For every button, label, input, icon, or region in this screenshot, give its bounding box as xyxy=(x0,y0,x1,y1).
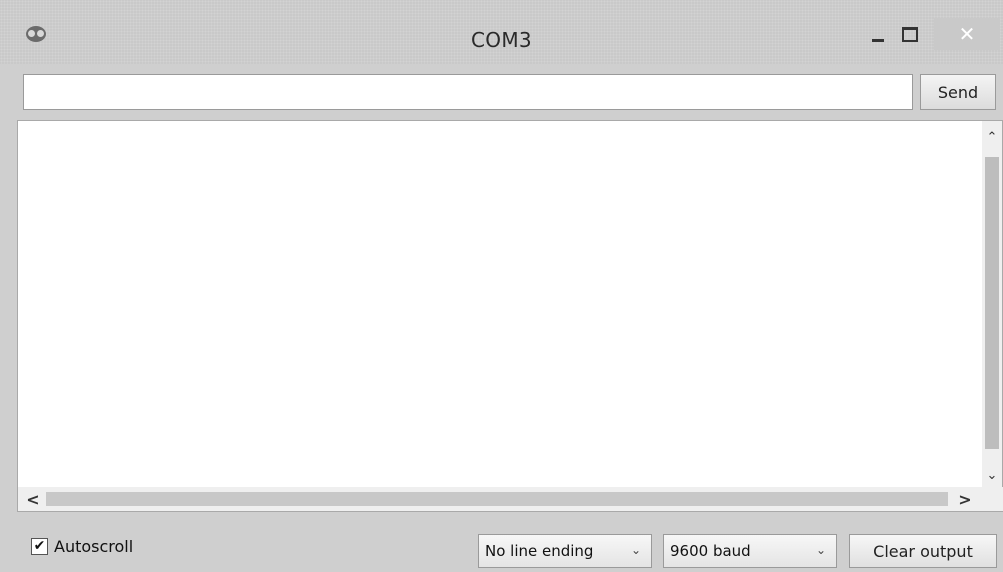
check-icon: ✔ xyxy=(33,538,46,554)
close-icon: ✕ xyxy=(958,22,976,46)
title-bar[interactable]: COM3 ✕ xyxy=(0,0,1003,64)
horizontal-scroll-thumb[interactable] xyxy=(46,492,948,506)
baud-rate-value: 9600 baud xyxy=(670,542,751,560)
vertical-scrollbar[interactable]: ⌃ ⌄ xyxy=(982,121,1002,487)
serial-output-area[interactable]: ⌃ ⌄ < > xyxy=(17,120,1003,512)
window-title: COM3 xyxy=(471,28,532,52)
vertical-scroll-thumb[interactable] xyxy=(985,157,999,449)
chevron-down-icon: ⌄ xyxy=(630,543,641,557)
serial-monitor-window: COM3 ✕ Send ⌃ ⌄ < > ✔ Autoscroll No line… xyxy=(0,0,1003,572)
scroll-right-icon[interactable]: > xyxy=(954,487,976,511)
close-button[interactable]: ✕ xyxy=(934,18,1000,50)
autoscroll-label: Autoscroll xyxy=(54,536,134,556)
serial-input-field[interactable] xyxy=(23,74,913,110)
scroll-left-icon[interactable]: < xyxy=(22,487,44,511)
scroll-down-icon[interactable]: ⌄ xyxy=(982,463,1002,487)
maximize-icon xyxy=(902,26,918,42)
horizontal-scrollbar[interactable]: < > xyxy=(18,487,1003,511)
output-text xyxy=(24,125,978,487)
clear-output-button[interactable]: Clear output xyxy=(849,534,997,568)
maximize-button[interactable] xyxy=(888,18,932,50)
line-ending-select[interactable]: No line ending ⌄ xyxy=(478,534,652,568)
send-button[interactable]: Send xyxy=(920,74,996,110)
line-ending-value: No line ending xyxy=(485,542,594,560)
chevron-down-icon: ⌄ xyxy=(815,543,826,557)
footer-bar: ✔ Autoscroll No line ending ⌄ 9600 baud … xyxy=(17,520,1003,572)
baud-rate-select[interactable]: 9600 baud ⌄ xyxy=(663,534,837,568)
minimize-icon xyxy=(872,38,884,42)
send-row: Send xyxy=(17,72,1003,112)
autoscroll-checkbox[interactable]: ✔ xyxy=(31,537,48,555)
autoscroll-toggle[interactable]: ✔ Autoscroll xyxy=(31,532,133,560)
scroll-up-icon[interactable]: ⌃ xyxy=(982,125,1002,149)
